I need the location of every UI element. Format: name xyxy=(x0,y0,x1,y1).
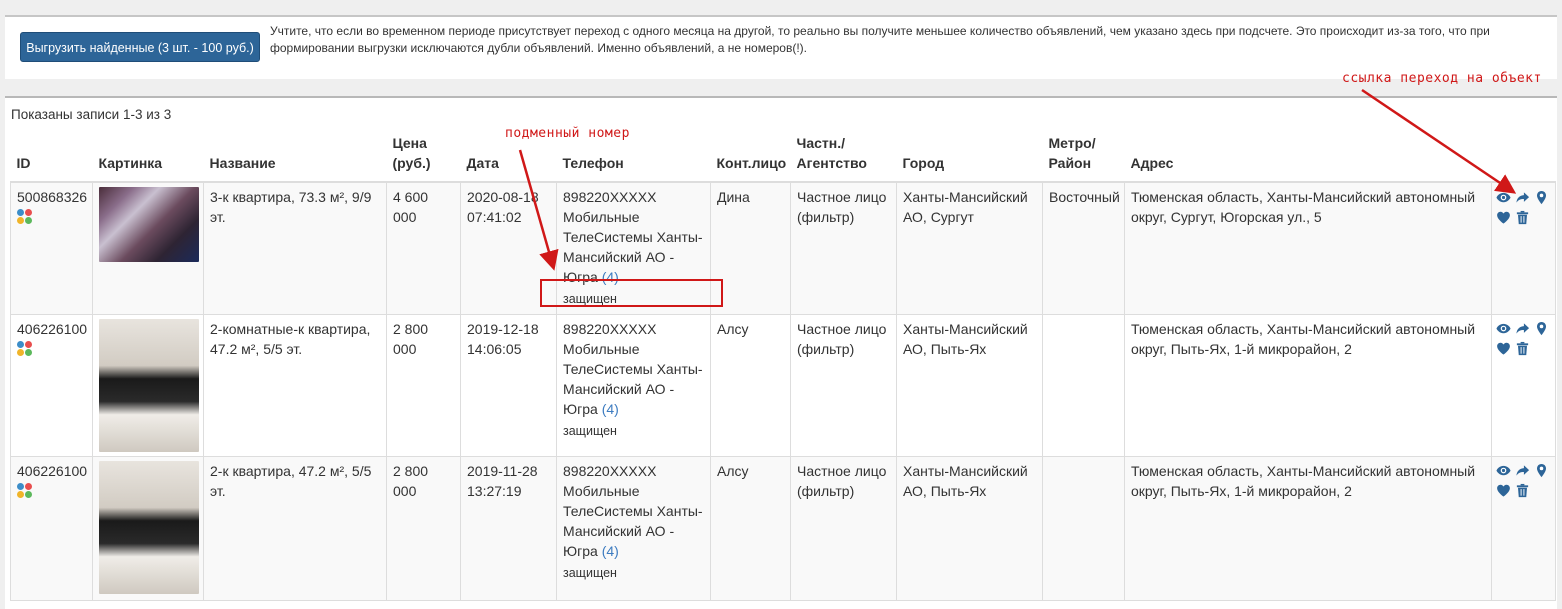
listing-price: 2 800 000 xyxy=(386,455,461,601)
phone-count-link[interactable]: (4) xyxy=(602,401,619,417)
listing-photo[interactable] xyxy=(99,460,199,594)
map-marker-icon[interactable] xyxy=(1534,463,1549,478)
share-arrow-icon[interactable] xyxy=(1515,463,1530,478)
col-price[interactable]: Цена (руб.) xyxy=(386,128,461,183)
listing-date: 2019-12-18 xyxy=(467,320,539,337)
phone-number: 898220XXXXX xyxy=(563,462,657,479)
listing-id: 406226100 xyxy=(17,320,88,337)
phone-number: 898220XXXXX xyxy=(563,189,657,205)
trash-icon[interactable] xyxy=(1515,210,1530,225)
listing-photo[interactable] xyxy=(99,187,199,262)
listing-id: 500868326 xyxy=(17,189,88,205)
owner-type: Частное лицо (фильтр) xyxy=(790,313,897,457)
eye-icon[interactable] xyxy=(1496,321,1511,336)
address: Тюменская область, Ханты-Мансийский авто… xyxy=(1124,181,1492,315)
owner-type: Частное лицо (фильтр) xyxy=(790,455,897,601)
listing-name: 3-к квартира, 73.3 м², 9/9 эт. xyxy=(203,181,387,315)
eye-icon[interactable] xyxy=(1496,190,1511,205)
listing-time: 14:06:05 xyxy=(467,340,522,357)
protected-status: защищен xyxy=(563,565,617,580)
col-actions xyxy=(1491,128,1556,183)
metro-district xyxy=(1042,313,1125,457)
col-name[interactable]: Название xyxy=(203,128,387,183)
col-id[interactable]: ID xyxy=(10,128,93,183)
listings-table: ID Картинка Название Цена (руб.) Дата Тел… xyxy=(10,128,1556,601)
phone-count-link[interactable]: (4) xyxy=(602,543,619,559)
heart-icon[interactable] xyxy=(1496,483,1511,498)
col-city[interactable]: Город xyxy=(896,128,1043,183)
phone-operator: Мобильные ТелеСистемы Ханты-Мансийский А… xyxy=(563,482,703,559)
trash-icon[interactable] xyxy=(1515,483,1530,498)
listing-id: 406226100 xyxy=(17,462,88,479)
col-address[interactable]: Адрес xyxy=(1124,128,1492,183)
map-marker-icon[interactable] xyxy=(1534,190,1549,205)
phone-operator: Мобильные ТелеСистемы Ханты-Мансийский А… xyxy=(563,340,703,417)
export-panel: Выгрузить найденные (3 шт. - 100 руб.) У… xyxy=(5,15,1557,79)
records-summary: Показаны записи 1-3 из 3 xyxy=(11,107,172,122)
export-found-button[interactable]: Выгрузить найденные (3 шт. - 100 руб.) xyxy=(20,32,260,62)
listing-name: 2-к квартира, 47.2 м², 5/5 эт. xyxy=(203,455,387,601)
heart-icon[interactable] xyxy=(1496,341,1511,356)
phone-operator: Мобильные ТелеСистемы Ханты-Мансийский А… xyxy=(563,209,703,285)
source-dots-icon xyxy=(17,340,35,359)
listing-date: 2020-08-18 xyxy=(467,189,539,205)
listing-time: 07:41:02 xyxy=(467,209,522,225)
contact-name: Алсу xyxy=(710,313,791,457)
listing-date: 2019-11-28 xyxy=(467,462,538,479)
listing-name: 2-комнатные-к квартира, 47.2 м², 5/5 эт. xyxy=(203,313,387,457)
address: Тюменская область, Ханты-Мансийский авто… xyxy=(1124,455,1492,601)
map-marker-icon[interactable] xyxy=(1534,321,1549,336)
export-notice: Учтите, что если во временном периоде пр… xyxy=(270,23,1540,57)
share-arrow-icon[interactable] xyxy=(1515,321,1530,336)
listing-time: 13:27:19 xyxy=(467,482,522,499)
col-image: Картинка xyxy=(92,128,204,183)
table-row: 406226100 2-к квартира, 47.2 м², 5/5 эт.… xyxy=(10,455,1556,601)
source-dots-icon xyxy=(17,482,35,501)
owner-type: Частное лицо (фильтр) xyxy=(790,181,897,315)
address: Тюменская область, Ханты-Мансийский авто… xyxy=(1124,313,1492,457)
col-metro[interactable]: Метро/Район xyxy=(1042,128,1125,183)
eye-icon[interactable] xyxy=(1496,463,1511,478)
table-header: ID Картинка Название Цена (руб.) Дата Тел… xyxy=(10,128,1556,183)
contact-name: Алсу xyxy=(710,455,791,601)
listing-photo[interactable] xyxy=(99,318,199,452)
substitute-number-annotation: подменный номер xyxy=(505,126,630,141)
protected-status: защищен xyxy=(563,423,617,438)
object-link-annotation: ссылка переход на объект xyxy=(1342,71,1542,86)
listings-panel: Показаны записи 1-3 из 3 ID Картинка Наз… xyxy=(5,96,1557,609)
metro-district xyxy=(1042,455,1125,601)
protected-highlight-box xyxy=(540,279,723,307)
share-arrow-icon[interactable] xyxy=(1515,190,1530,205)
city: Ханты-Мансийский АО, Сургут xyxy=(896,181,1043,315)
metro-district: Восточный xyxy=(1042,181,1125,315)
listing-price: 4 600 000 xyxy=(386,181,461,315)
table-row: 500868326 3-к квартира, 73.3 м², 9/9 эт.… xyxy=(10,181,1556,315)
phone-number: 898220XXXXX xyxy=(563,320,657,337)
col-owner[interactable]: Частн./Агентство xyxy=(790,128,897,183)
heart-icon[interactable] xyxy=(1496,210,1511,225)
notice-line-1: Учтите, что если во временном периоде пр… xyxy=(270,24,1490,38)
city: Ханты-Мансийский АО, Пыть-Ях xyxy=(896,313,1043,457)
col-contact[interactable]: Конт.лицо xyxy=(710,128,791,183)
table-row: 406226100 2-комнатные-к квартира, 47.2 м… xyxy=(10,313,1556,457)
notice-line-2: формировании выгрузки исключаются дубли … xyxy=(270,41,808,55)
city: Ханты-Мансийский АО, Пыть-Ях xyxy=(896,455,1043,601)
source-dots-icon xyxy=(17,209,35,227)
trash-icon[interactable] xyxy=(1515,341,1530,356)
listing-price: 2 800 000 xyxy=(386,313,461,457)
